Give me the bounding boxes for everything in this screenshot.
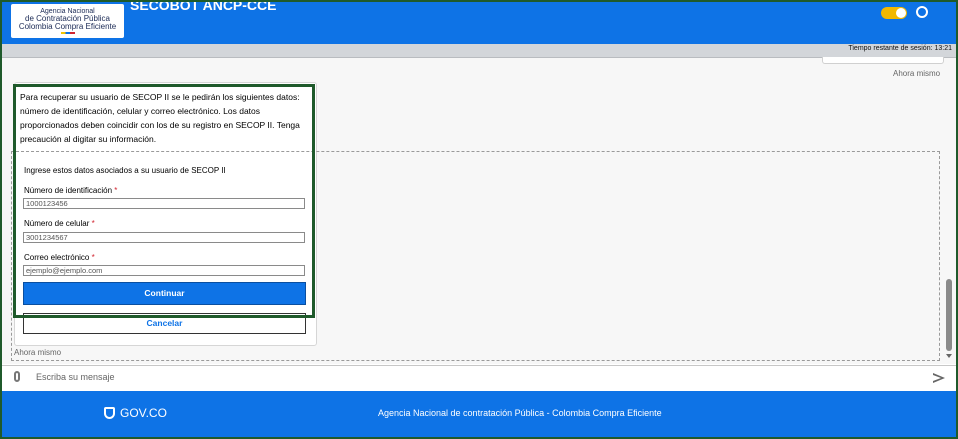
flag-stripe <box>61 32 75 34</box>
phone-input[interactable]: 3001234567 <box>23 232 305 243</box>
email-placeholder: ejemplo@ejemplo.com <box>26 266 103 275</box>
agency-logo: Agencia Nacional de Contratación Pública… <box>11 4 124 38</box>
session-bar: Tiempo restante de sesión: 13:21 <box>2 44 956 58</box>
timestamp-bottom: Ahora mismo <box>14 348 62 357</box>
form-heading: Ingrese estos datos asociados a su usuar… <box>24 166 226 175</box>
required-mark: * <box>114 186 118 195</box>
id-label: Número de identificación * <box>24 186 117 195</box>
scroll-down-arrow-icon[interactable] <box>946 354 952 358</box>
intro-message: Para recuperar su usuario de SECOP II se… <box>20 92 300 144</box>
cancel-button[interactable]: Cancelar <box>23 313 306 334</box>
send-icon[interactable] <box>933 373 945 383</box>
email-label: Correo electrónico * <box>24 253 95 262</box>
gov-shield-icon <box>104 407 115 419</box>
toggle-switch[interactable] <box>881 7 907 19</box>
app-frame: Agencia Nacional de Contratación Pública… <box>0 0 958 439</box>
message-input[interactable]: Escriba su mensaje <box>36 372 115 382</box>
footer-text: Agencia Nacional de contratación Pública… <box>378 408 662 418</box>
footer: GOV.CO Agencia Nacional de contratación … <box>2 391 956 437</box>
previous-message-card <box>822 57 944 64</box>
attach-icon[interactable] <box>14 371 20 382</box>
header-bar: Agencia Nacional de Contratación Pública… <box>2 2 956 44</box>
scrollbar-thumb[interactable] <box>946 279 952 351</box>
email-label-text: Correo electrónico <box>24 253 90 262</box>
message-composer: Escriba su mensaje <box>2 365 956 391</box>
phone-placeholder: 3001234567 <box>26 233 68 242</box>
timestamp: Ahora mismo <box>893 69 941 78</box>
id-placeholder: 1000123456 <box>26 199 68 208</box>
required-mark: * <box>91 253 95 262</box>
gov-logo[interactable]: GOV.CO <box>104 406 167 420</box>
user-icon[interactable] <box>916 6 928 18</box>
logo-line-3: Colombia Compra Eficiente <box>18 22 117 31</box>
id-input[interactable]: 1000123456 <box>23 198 305 209</box>
email-input[interactable]: ejemplo@ejemplo.com <box>23 265 305 276</box>
phone-label-text: Número de celular <box>24 219 90 228</box>
bot-title: SECOBOT ANCP-CCE <box>130 0 277 13</box>
phone-label: Número de celular * <box>24 219 95 228</box>
required-mark: * <box>91 219 95 228</box>
gov-label: GOV.CO <box>120 406 167 420</box>
id-label-text: Número de identificación <box>24 186 113 195</box>
continue-button[interactable]: Continuar <box>23 282 306 305</box>
session-timer: Tiempo restante de sesión: 13:21 <box>848 45 952 52</box>
